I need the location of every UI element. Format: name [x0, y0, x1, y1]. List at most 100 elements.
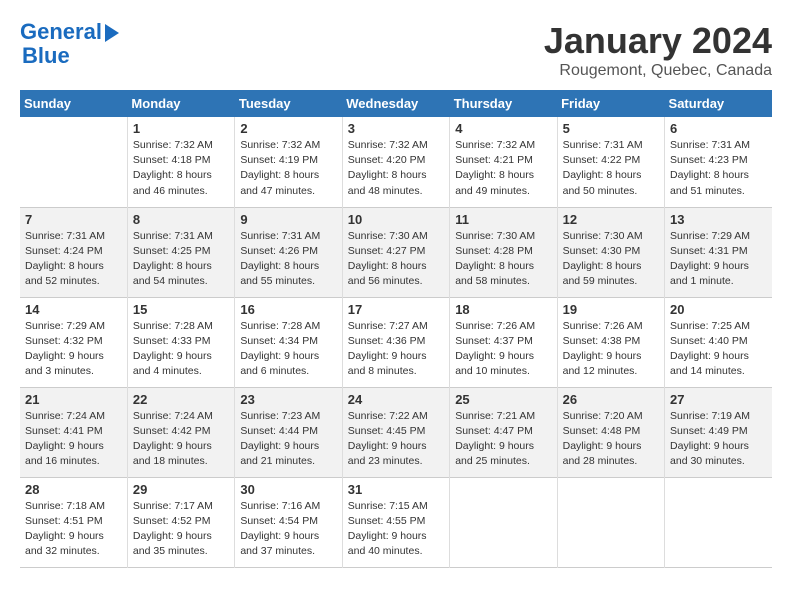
day-info: Sunrise: 7:31 AM Sunset: 4:26 PM Dayligh…	[240, 229, 336, 290]
day-info: Sunrise: 7:26 AM Sunset: 4:37 PM Dayligh…	[455, 319, 551, 380]
calendar-week-row: 21 Sunrise: 7:24 AM Sunset: 4:41 PM Dayli…	[20, 387, 772, 477]
calendar-week-row: 14 Sunrise: 7:29 AM Sunset: 4:32 PM Dayli…	[20, 297, 772, 387]
day-number: 29	[133, 482, 229, 497]
day-info: Sunrise: 7:30 AM Sunset: 4:30 PM Dayligh…	[563, 229, 659, 290]
calendar-cell: 5Sunrise: 7:31 AM Sunset: 4:22 PM Daylig…	[557, 117, 664, 207]
calendar-cell: 31 Sunrise: 7:15 AM Sunset: 4:55 PM Dayli…	[342, 477, 449, 567]
day-info: Sunrise: 7:29 AM Sunset: 4:31 PM Dayligh…	[670, 229, 767, 290]
day-info: Sunrise: 7:24 AM Sunset: 4:42 PM Dayligh…	[133, 409, 229, 470]
day-number: 10	[348, 212, 444, 227]
day-number: 19	[563, 302, 659, 317]
calendar-cell: 10 Sunrise: 7:30 AM Sunset: 4:27 PM Dayli…	[342, 207, 449, 297]
day-info: Sunrise: 7:31 AM Sunset: 4:24 PM Dayligh…	[25, 229, 122, 290]
calendar-week-row: 28 Sunrise: 7:18 AM Sunset: 4:51 PM Dayli…	[20, 477, 772, 567]
calendar-cell	[450, 477, 557, 567]
calendar-cell: 28 Sunrise: 7:18 AM Sunset: 4:51 PM Dayli…	[20, 477, 127, 567]
logo-name-part2: Blue	[22, 44, 119, 68]
calendar-cell: 1 Sunrise: 7:32 AM Sunset: 4:18 PM Daylig…	[127, 117, 234, 207]
day-number: 21	[25, 392, 122, 407]
day-info: Sunrise: 7:27 AM Sunset: 4:36 PM Dayligh…	[348, 319, 444, 380]
day-info: Sunrise: 7:31 AM Sunset: 4:25 PM Dayligh…	[133, 229, 229, 290]
calendar-cell: 30 Sunrise: 7:16 AM Sunset: 4:54 PM Dayli…	[235, 477, 342, 567]
calendar-title: January 2024	[544, 20, 772, 62]
calendar-cell: 19 Sunrise: 7:26 AM Sunset: 4:38 PM Dayli…	[557, 297, 664, 387]
calendar-cell: 13 Sunrise: 7:29 AM Sunset: 4:31 PM Dayli…	[665, 207, 772, 297]
day-number: 6	[670, 121, 767, 136]
logo-text: General	[20, 20, 102, 44]
day-number: 9	[240, 212, 336, 227]
day-info: Sunrise: 7:32 AM Sunset: 4:19 PM Dayligh…	[240, 138, 336, 199]
day-number: 3	[348, 121, 444, 136]
day-info: Sunrise: 7:28 AM Sunset: 4:34 PM Dayligh…	[240, 319, 336, 380]
day-number: 17	[348, 302, 444, 317]
calendar-cell: 14 Sunrise: 7:29 AM Sunset: 4:32 PM Dayli…	[20, 297, 127, 387]
day-number: 26	[563, 392, 659, 407]
day-number: 30	[240, 482, 336, 497]
day-info: Sunrise: 7:31 AM Sunset: 4:22 PM Dayligh…	[563, 138, 659, 199]
day-number: 25	[455, 392, 551, 407]
day-number: 15	[133, 302, 229, 317]
calendar-cell: 15 Sunrise: 7:28 AM Sunset: 4:33 PM Dayli…	[127, 297, 234, 387]
calendar-cell: 23Sunrise: 7:23 AM Sunset: 4:44 PM Dayli…	[235, 387, 342, 477]
day-info: Sunrise: 7:30 AM Sunset: 4:28 PM Dayligh…	[455, 229, 551, 290]
day-info: Sunrise: 7:16 AM Sunset: 4:54 PM Dayligh…	[240, 499, 336, 560]
calendar-cell: 18Sunrise: 7:26 AM Sunset: 4:37 PM Dayli…	[450, 297, 557, 387]
calendar-cell: 9 Sunrise: 7:31 AM Sunset: 4:26 PM Daylig…	[235, 207, 342, 297]
day-header-tuesday: Tuesday	[235, 90, 342, 117]
day-info: Sunrise: 7:21 AM Sunset: 4:47 PM Dayligh…	[455, 409, 551, 470]
day-number: 7	[25, 212, 122, 227]
calendar-cell: 25 Sunrise: 7:21 AM Sunset: 4:47 PM Dayli…	[450, 387, 557, 477]
calendar-cell	[557, 477, 664, 567]
day-info: Sunrise: 7:26 AM Sunset: 4:38 PM Dayligh…	[563, 319, 659, 380]
day-header-monday: Monday	[127, 90, 234, 117]
calendar-table: SundayMondayTuesdayWednesdayThursdayFrid…	[20, 90, 772, 568]
calendar-week-row: 7 Sunrise: 7:31 AM Sunset: 4:24 PM Daylig…	[20, 207, 772, 297]
day-number: 20	[670, 302, 767, 317]
day-header-sunday: Sunday	[20, 90, 127, 117]
calendar-cell: 12 Sunrise: 7:30 AM Sunset: 4:30 PM Dayli…	[557, 207, 664, 297]
logo: General Blue	[20, 20, 119, 68]
calendar-cell	[20, 117, 127, 207]
day-header-saturday: Saturday	[665, 90, 772, 117]
calendar-cell: 6 Sunrise: 7:31 AM Sunset: 4:23 PM Daylig…	[665, 117, 772, 207]
day-info: Sunrise: 7:20 AM Sunset: 4:48 PM Dayligh…	[563, 409, 659, 470]
day-info: Sunrise: 7:32 AM Sunset: 4:21 PM Dayligh…	[455, 138, 551, 199]
day-info: Sunrise: 7:30 AM Sunset: 4:27 PM Dayligh…	[348, 229, 444, 290]
day-number: 14	[25, 302, 122, 317]
day-info: Sunrise: 7:22 AM Sunset: 4:45 PM Dayligh…	[348, 409, 444, 470]
calendar-cell: 17 Sunrise: 7:27 AM Sunset: 4:36 PM Dayli…	[342, 297, 449, 387]
calendar-subtitle: Rougemont, Quebec, Canada	[544, 62, 772, 80]
calendar-cell: 21 Sunrise: 7:24 AM Sunset: 4:41 PM Dayli…	[20, 387, 127, 477]
day-number: 8	[133, 212, 229, 227]
day-info: Sunrise: 7:28 AM Sunset: 4:33 PM Dayligh…	[133, 319, 229, 380]
day-number: 31	[348, 482, 444, 497]
calendar-cell: 26 Sunrise: 7:20 AM Sunset: 4:48 PM Dayli…	[557, 387, 664, 477]
day-info: Sunrise: 7:31 AM Sunset: 4:23 PM Dayligh…	[670, 138, 767, 199]
day-number: 11	[455, 212, 551, 227]
day-info: Sunrise: 7:24 AM Sunset: 4:41 PM Dayligh…	[25, 409, 122, 470]
day-info: Sunrise: 7:32 AM Sunset: 4:18 PM Dayligh…	[133, 138, 229, 199]
page-header: General Blue January 2024 Rougemont, Que…	[20, 20, 772, 80]
calendar-cell: 8 Sunrise: 7:31 AM Sunset: 4:25 PM Daylig…	[127, 207, 234, 297]
day-number: 12	[563, 212, 659, 227]
day-info: Sunrise: 7:23 AM Sunset: 4:44 PM Dayligh…	[240, 409, 336, 470]
day-number: 13	[670, 212, 767, 227]
day-number: 22	[133, 392, 229, 407]
day-number: 1	[133, 121, 229, 136]
calendar-cell: 7 Sunrise: 7:31 AM Sunset: 4:24 PM Daylig…	[20, 207, 127, 297]
calendar-cell: 2 Sunrise: 7:32 AM Sunset: 4:19 PM Daylig…	[235, 117, 342, 207]
calendar-cell: 11 Sunrise: 7:30 AM Sunset: 4:28 PM Dayli…	[450, 207, 557, 297]
day-number: 2	[240, 121, 336, 136]
day-info: Sunrise: 7:15 AM Sunset: 4:55 PM Dayligh…	[348, 499, 444, 560]
day-number: 28	[25, 482, 122, 497]
logo-arrow-icon	[105, 24, 119, 42]
calendar-cell: 22 Sunrise: 7:24 AM Sunset: 4:42 PM Dayli…	[127, 387, 234, 477]
day-info: Sunrise: 7:18 AM Sunset: 4:51 PM Dayligh…	[25, 499, 122, 560]
calendar-cell: 20Sunrise: 7:25 AM Sunset: 4:40 PM Dayli…	[665, 297, 772, 387]
day-header-thursday: Thursday	[450, 90, 557, 117]
day-info: Sunrise: 7:29 AM Sunset: 4:32 PM Dayligh…	[25, 319, 122, 380]
day-number: 24	[348, 392, 444, 407]
day-number: 16	[240, 302, 336, 317]
days-header-row: SundayMondayTuesdayWednesdayThursdayFrid…	[20, 90, 772, 117]
title-section: January 2024 Rougemont, Quebec, Canada	[544, 20, 772, 80]
